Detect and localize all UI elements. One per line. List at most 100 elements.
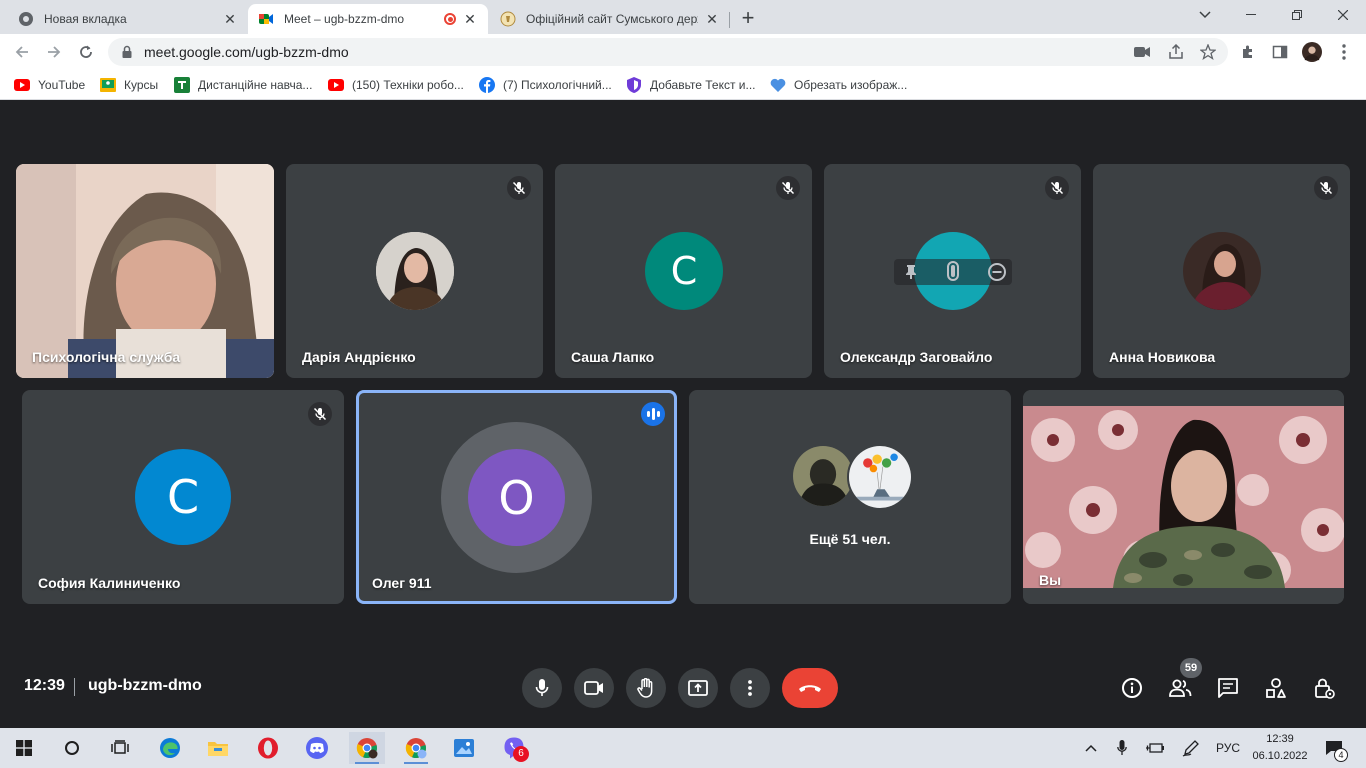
- participant-avatar: С: [135, 449, 231, 545]
- present-icon: [688, 680, 708, 696]
- task-view-button[interactable]: [102, 732, 138, 764]
- participant-avatar: С: [645, 232, 723, 310]
- participant-tile-dariia[interactable]: Дарія Андрієнко: [286, 164, 543, 378]
- mic-off-icon: [776, 176, 800, 200]
- opera-button[interactable]: [250, 732, 286, 764]
- bookmark-psychological[interactable]: (7) Психологічний...: [479, 76, 612, 94]
- bookmark-label: Добавьте Текст и...: [650, 78, 756, 92]
- windows-icon: [16, 740, 32, 756]
- bookmark-techniques[interactable]: (150) Техніки робо...: [328, 76, 464, 94]
- battery-button[interactable]: [1144, 738, 1166, 758]
- self-video: [1023, 390, 1344, 604]
- participant-tile-anna[interactable]: Анна Новикова: [1093, 164, 1350, 378]
- input-language-button[interactable]: РУС: [1212, 738, 1244, 758]
- tab-search-icon[interactable]: [1182, 0, 1228, 30]
- chevron-up-icon: [1085, 744, 1097, 752]
- microphone-button[interactable]: [522, 668, 562, 708]
- microphone-in-use-button[interactable]: [1112, 738, 1132, 758]
- photos-icon: [454, 739, 474, 757]
- url-text: meet.google.com/ugb-bzzm-dmo: [144, 44, 349, 60]
- folder-icon: [208, 742, 228, 756]
- bookmark-distance-learning[interactable]: Дистанційне навча...: [174, 76, 312, 94]
- side-panel-icon[interactable]: [1270, 42, 1290, 62]
- back-button[interactable]: [10, 40, 34, 64]
- participant-avatar: [376, 232, 454, 310]
- meet-stage: Психологічна служба Дарія Андрієнко С Са…: [0, 101, 1366, 728]
- bookmark-courses[interactable]: Курсы: [100, 76, 158, 94]
- taskbar-clock[interactable]: 12:39 06.10.2022: [1252, 731, 1308, 765]
- tab-sumy-site[interactable]: Офіційний сайт Сумського держ ✕: [490, 4, 730, 34]
- host-controls-button[interactable]: [1312, 676, 1336, 700]
- edge-taskbar-button[interactable]: [152, 732, 188, 764]
- chrome-icon: [405, 738, 427, 759]
- more-vert-icon: [748, 680, 752, 696]
- self-tile[interactable]: Вы: [1023, 390, 1344, 604]
- close-tab-icon[interactable]: ✕: [222, 11, 238, 27]
- crest-icon: [500, 11, 516, 27]
- more-options-button[interactable]: [730, 668, 770, 708]
- menu-kebab-icon[interactable]: [1334, 42, 1354, 62]
- close-window-button[interactable]: [1320, 0, 1366, 30]
- close-tab-icon[interactable]: ✕: [462, 11, 478, 27]
- pen-workspace-button[interactable]: [1180, 738, 1202, 758]
- search-button[interactable]: [54, 732, 90, 764]
- tab-new-tab[interactable]: Новая вкладка ✕: [8, 4, 248, 34]
- show-hidden-icons-button[interactable]: [1082, 738, 1100, 758]
- present-screen-button[interactable]: [678, 668, 718, 708]
- recording-icon: [444, 13, 456, 25]
- close-tab-icon[interactable]: ✕: [704, 11, 720, 27]
- extensions-icon[interactable]: [1238, 42, 1258, 62]
- reload-button[interactable]: [74, 40, 98, 64]
- other-participant-avatar: [847, 444, 913, 510]
- share-icon[interactable]: [1166, 44, 1186, 60]
- chrome-profile-button[interactable]: [349, 732, 385, 764]
- photos-button[interactable]: [446, 732, 482, 764]
- participant-tile-oleh[interactable]: O Олег 911: [356, 390, 677, 604]
- bookmark-label: Обрезать изображ...: [794, 78, 908, 92]
- mute-participant-icon[interactable]: [942, 258, 964, 288]
- remove-participant-icon[interactable]: [986, 261, 1008, 283]
- address-bar[interactable]: meet.google.com/ugb-bzzm-dmo: [108, 38, 1228, 66]
- people-button[interactable]: [1168, 676, 1192, 700]
- participant-name: Анна Новикова: [1109, 349, 1216, 365]
- hand-icon: [637, 678, 653, 698]
- facebook-icon: [479, 77, 495, 93]
- mic-off-icon: [507, 176, 531, 200]
- participant-tile-sofiia[interactable]: С София Калиниченко: [22, 390, 344, 604]
- chrome-icon: [18, 11, 34, 27]
- bookmark-add-text[interactable]: Добавьте Текст и...: [626, 76, 756, 94]
- bookmark-youtube[interactable]: YouTube: [14, 76, 85, 94]
- chrome-button[interactable]: [398, 732, 434, 764]
- participant-tile-sasha[interactable]: С Саша Лапко: [555, 164, 812, 378]
- participant-tile-psychological-service[interactable]: Психологічна служба: [16, 164, 274, 378]
- new-tab-button[interactable]: +: [736, 7, 760, 31]
- camera-in-use-icon[interactable]: [1132, 44, 1152, 60]
- camera-button[interactable]: [574, 668, 614, 708]
- file-explorer-button[interactable]: [200, 732, 236, 764]
- other-participant-avatar: [791, 444, 855, 508]
- forward-button[interactable]: [42, 40, 66, 64]
- meeting-details-button[interactable]: [1120, 676, 1144, 700]
- start-button[interactable]: [6, 732, 42, 764]
- minimize-button[interactable]: [1228, 0, 1274, 30]
- people-icon: [1169, 679, 1192, 697]
- others-tile[interactable]: Ещё 51 чел.: [689, 390, 1011, 604]
- bookmark-star-icon[interactable]: [1198, 44, 1218, 60]
- mic-off-icon: [1314, 176, 1338, 200]
- bookmark-crop-image[interactable]: Обрезать изображ...: [770, 76, 907, 94]
- raise-hand-button[interactable]: [626, 668, 666, 708]
- restore-button[interactable]: [1274, 0, 1320, 30]
- leave-call-button[interactable]: [782, 668, 838, 708]
- lock-icon[interactable]: [120, 45, 134, 59]
- discord-button[interactable]: [299, 732, 335, 764]
- hang-up-icon: [799, 685, 821, 692]
- pin-icon[interactable]: [900, 261, 922, 283]
- activities-button[interactable]: [1264, 676, 1288, 700]
- microphone-icon: [535, 679, 549, 696]
- tab-meet[interactable]: Meet – ugb-bzzm-dmo ✕: [248, 4, 488, 34]
- meet-icon: [258, 11, 274, 27]
- profile-avatar[interactable]: [1302, 42, 1322, 62]
- meeting-code[interactable]: ugb-bzzm-dmo: [88, 677, 202, 695]
- chat-button[interactable]: [1216, 676, 1240, 700]
- participant-tile-oleksandr[interactable]: Олександр Заговайло: [824, 164, 1081, 378]
